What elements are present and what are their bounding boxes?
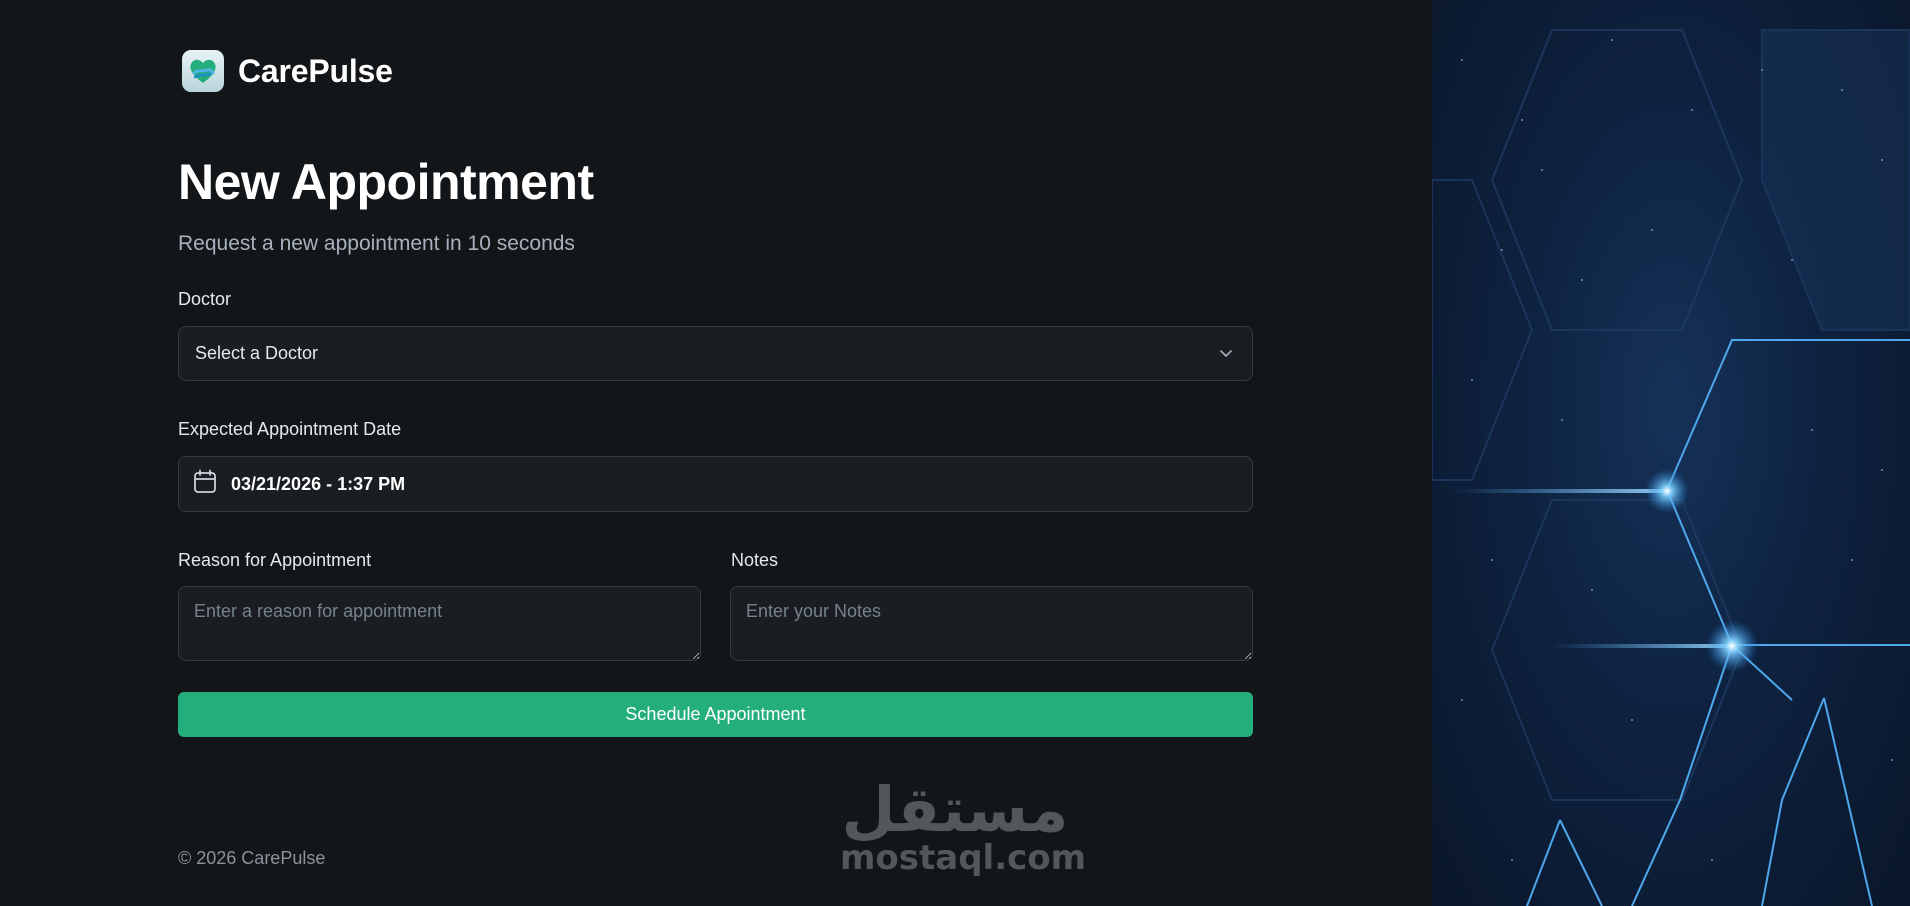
copyright-text: © 2026 CarePulse	[178, 848, 326, 868]
appointment-date-value: 03/21/2026 - 1:37 PM	[231, 473, 406, 494]
reason-textarea[interactable]	[178, 586, 701, 661]
notes-textarea[interactable]	[730, 586, 1253, 661]
page-title: New Appointment	[178, 154, 594, 210]
carepulse-logo-icon	[182, 50, 224, 92]
form-panel: CarePulse New Appointment Request a new …	[0, 0, 1432, 906]
doctor-select[interactable]: Select a Doctor	[178, 326, 1253, 381]
hero-image	[1432, 0, 1910, 906]
watermark-latin: mostaql.com	[840, 838, 1087, 878]
brand-name: CarePulse	[238, 52, 393, 89]
mostaql-watermark: مستقل mostaql.com	[840, 773, 1087, 878]
hexagon-network-illustration	[1432, 29, 1910, 906]
reason-label: Reason for Appointment	[178, 550, 372, 570]
date-label: Expected Appointment Date	[178, 419, 402, 439]
schedule-appointment-button[interactable]: Schedule Appointment	[178, 692, 1253, 737]
watermark-arabic: مستقل	[841, 773, 1069, 846]
page-subtitle: Request a new appointment in 10 seconds	[178, 232, 575, 255]
appointment-date-picker[interactable]: 03/21/2026 - 1:37 PM	[178, 456, 1253, 512]
notes-label: Notes	[731, 550, 779, 570]
calendar-icon	[193, 469, 217, 500]
doctor-select-value: Select a Doctor	[195, 343, 319, 363]
chevron-down-icon	[1218, 345, 1234, 366]
brand: CarePulse	[182, 50, 393, 92]
doctor-label: Doctor	[178, 289, 232, 309]
